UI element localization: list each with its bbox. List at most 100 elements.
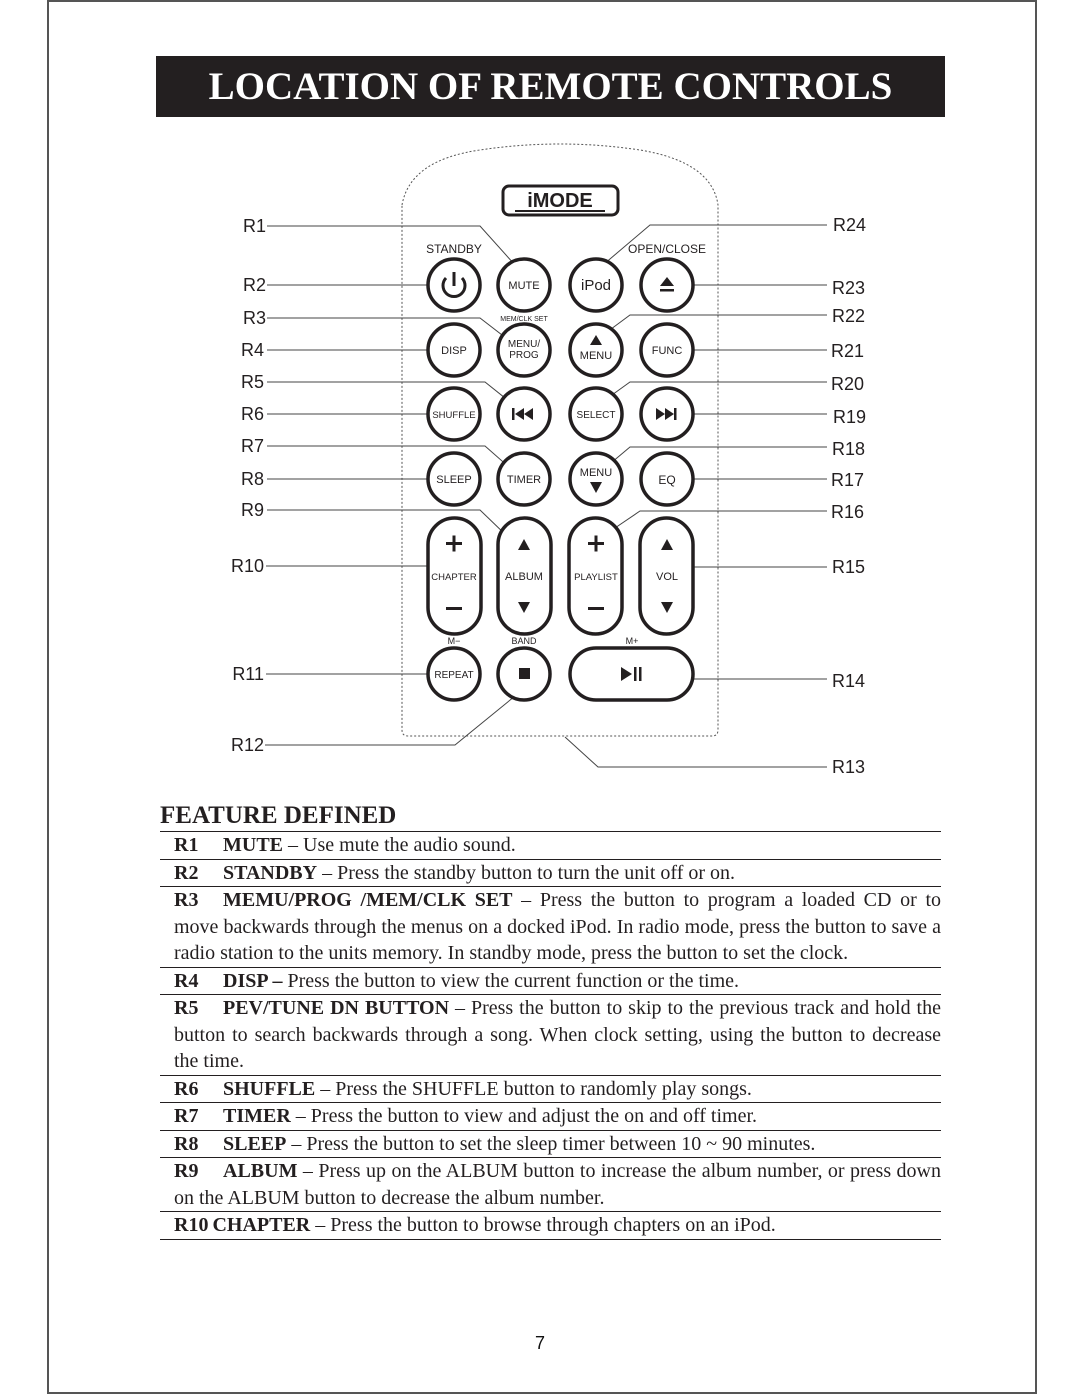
sleep-button[interactable]: SLEEP	[426, 451, 482, 507]
callout-labels-right: R24 R23 R22 R21 R20 R19 R18 R17 R16 R15 …	[831, 215, 866, 777]
callout-r19: R19	[833, 407, 866, 427]
feature-list: R1 MUTE – Use mute the audio sound. R2 STAN…	[160, 831, 941, 1240]
func-button[interactable]: FUNC	[639, 322, 695, 378]
callout-r6: R6	[241, 404, 264, 424]
feature-name: SLEEP	[223, 1132, 287, 1155]
caption-m-plus: M+	[626, 636, 639, 646]
stop-button[interactable]	[496, 646, 552, 702]
album-label: ALBUM	[505, 571, 543, 583]
callout-r7: R7	[241, 436, 264, 456]
callout-r1: R1	[243, 216, 266, 236]
callout-lines-left	[265, 225, 521, 746]
feature-row-r10: R10 CHAPTER – Press the button to browse …	[160, 1211, 941, 1240]
callout-r24: R24	[833, 215, 866, 235]
feature-description: – Press the button to view and adjust th…	[290, 1105, 758, 1127]
caption-band: BAND	[511, 636, 537, 646]
disp-label: DISP	[441, 345, 467, 357]
feature-name: STANDBY	[223, 861, 318, 884]
feature-name: DISP –	[223, 969, 283, 992]
feature-description: – Use mute the audio sound.	[283, 834, 516, 856]
repeat-label: REPEAT	[434, 670, 473, 681]
feature-row-r3: R3 MEMU/PROG /MEM/CLK SET – Press the but…	[160, 886, 941, 967]
callout-r16: R16	[831, 502, 864, 522]
caption-standby: STANDBY	[426, 242, 482, 256]
caption-mem-clk-set: MEM/CLK SET	[500, 316, 548, 323]
previous-button[interactable]	[496, 386, 552, 442]
feature-description: – Press the button to browse through cha…	[310, 1214, 776, 1236]
feature-name: PEV/TUNE DN BUTTON	[223, 997, 450, 1019]
chapter-label: CHAPTER	[431, 572, 477, 583]
feature-row-r9: R9 ALBUM – Press up on the ALBUM button t…	[160, 1157, 941, 1211]
feature-id: R9	[174, 1160, 199, 1182]
callout-r9: R9	[241, 500, 264, 520]
feature-name: TIMER	[223, 1105, 291, 1127]
imode-logo: iMODE	[501, 184, 620, 217]
menu-prog-label-2: PROG	[509, 350, 539, 361]
timer-button[interactable]: TIMER	[496, 451, 552, 507]
standby-button[interactable]	[426, 257, 482, 313]
select-button[interactable]: SELECT	[568, 386, 624, 442]
feature-description: Press the button to view the current fun…	[282, 969, 740, 992]
next-button[interactable]	[639, 386, 695, 442]
shuffle-button[interactable]: SHUFFLE	[426, 386, 482, 442]
callout-r4: R4	[241, 340, 264, 360]
menu-up-button[interactable]: MENU	[568, 322, 624, 378]
callout-r2: R2	[243, 275, 266, 295]
chapter-rocker[interactable]: CHAPTER	[426, 516, 483, 636]
playlist-label: PLAYLIST	[574, 572, 618, 583]
callout-r15: R15	[832, 557, 865, 577]
minus-icon	[446, 607, 462, 610]
feature-id: R2	[174, 861, 199, 884]
page-number: 7	[534, 1333, 545, 1353]
album-rocker[interactable]: ALBUM	[496, 516, 553, 636]
feature-heading: FEATURE DEFINED	[160, 802, 397, 829]
play-pause-button[interactable]	[568, 646, 695, 702]
remote-diagram: iMODE R1 R2 R3 R4 R5 R6 R7 R8 R9 R10 R11…	[231, 143, 866, 777]
feature-row-r5: R5 PEV/TUNE DN BUTTON – Press the button …	[160, 994, 941, 1075]
callout-r23: R23	[832, 278, 865, 298]
feature-id: R8	[174, 1132, 199, 1155]
timer-label: TIMER	[507, 474, 541, 486]
feature-id: R10	[174, 1214, 209, 1236]
eq-button[interactable]: EQ	[639, 451, 695, 507]
menu-up-label: MENU	[580, 350, 612, 362]
vol-label: VOL	[656, 571, 678, 583]
repeat-button[interactable]: REPEAT	[426, 646, 482, 702]
eq-label: EQ	[658, 473, 675, 487]
callout-r20: R20	[831, 374, 864, 394]
mute-button[interactable]: MUTE	[496, 257, 552, 313]
feature-id: R4	[174, 969, 199, 992]
feature-name: MEMU/PROG /MEM/CLK SET	[223, 889, 513, 911]
playlist-rocker[interactable]: PLAYLIST	[567, 516, 624, 636]
callout-r10: R10	[231, 556, 264, 576]
shuffle-label: SHUFFLE	[432, 410, 475, 421]
feature-id: R7	[174, 1105, 199, 1127]
menu-prog-button[interactable]: MENU/ PROG	[496, 322, 552, 378]
ipod-button[interactable]: iPod	[568, 257, 624, 313]
callout-r21: R21	[831, 341, 864, 361]
feature-id: R6	[174, 1077, 199, 1100]
feature-name: CHAPTER	[212, 1214, 311, 1236]
feature-row-r2: R2 STANDBY – Press the standby button to …	[160, 858, 941, 887]
callout-r5: R5	[241, 372, 264, 392]
caption-open-close: OPEN/CLOSE	[628, 242, 706, 256]
callout-r18: R18	[832, 439, 865, 459]
menu-down-label: MENU	[580, 467, 612, 479]
menu-down-button[interactable]: MENU	[568, 451, 624, 507]
menu-prog-label-1: MENU/	[508, 339, 540, 350]
feature-row-r6: R6 SHUFFLE – Press the SHUFFLE button to …	[160, 1074, 941, 1103]
feature-description: – Press the standby button to turn the u…	[317, 861, 736, 884]
callout-labels-left: R1 R2 R3 R4 R5 R6 R7 R8 R9 R10 R11 R12	[231, 216, 266, 755]
feature-name: MUTE	[223, 834, 283, 856]
vol-rocker[interactable]: VOL	[638, 516, 695, 636]
callout-r22: R22	[832, 306, 865, 326]
callout-r8: R8	[241, 469, 264, 489]
feature-id: R5	[174, 997, 199, 1019]
callout-r12: R12	[231, 735, 264, 755]
stop-icon	[519, 668, 530, 679]
func-label: FUNC	[652, 345, 683, 357]
open-close-button[interactable]	[639, 257, 695, 313]
callout-r3: R3	[243, 308, 266, 328]
feature-row-r4: R4 DISP – Press the button to view the cu…	[160, 966, 941, 995]
disp-button[interactable]: DISP	[426, 322, 482, 378]
